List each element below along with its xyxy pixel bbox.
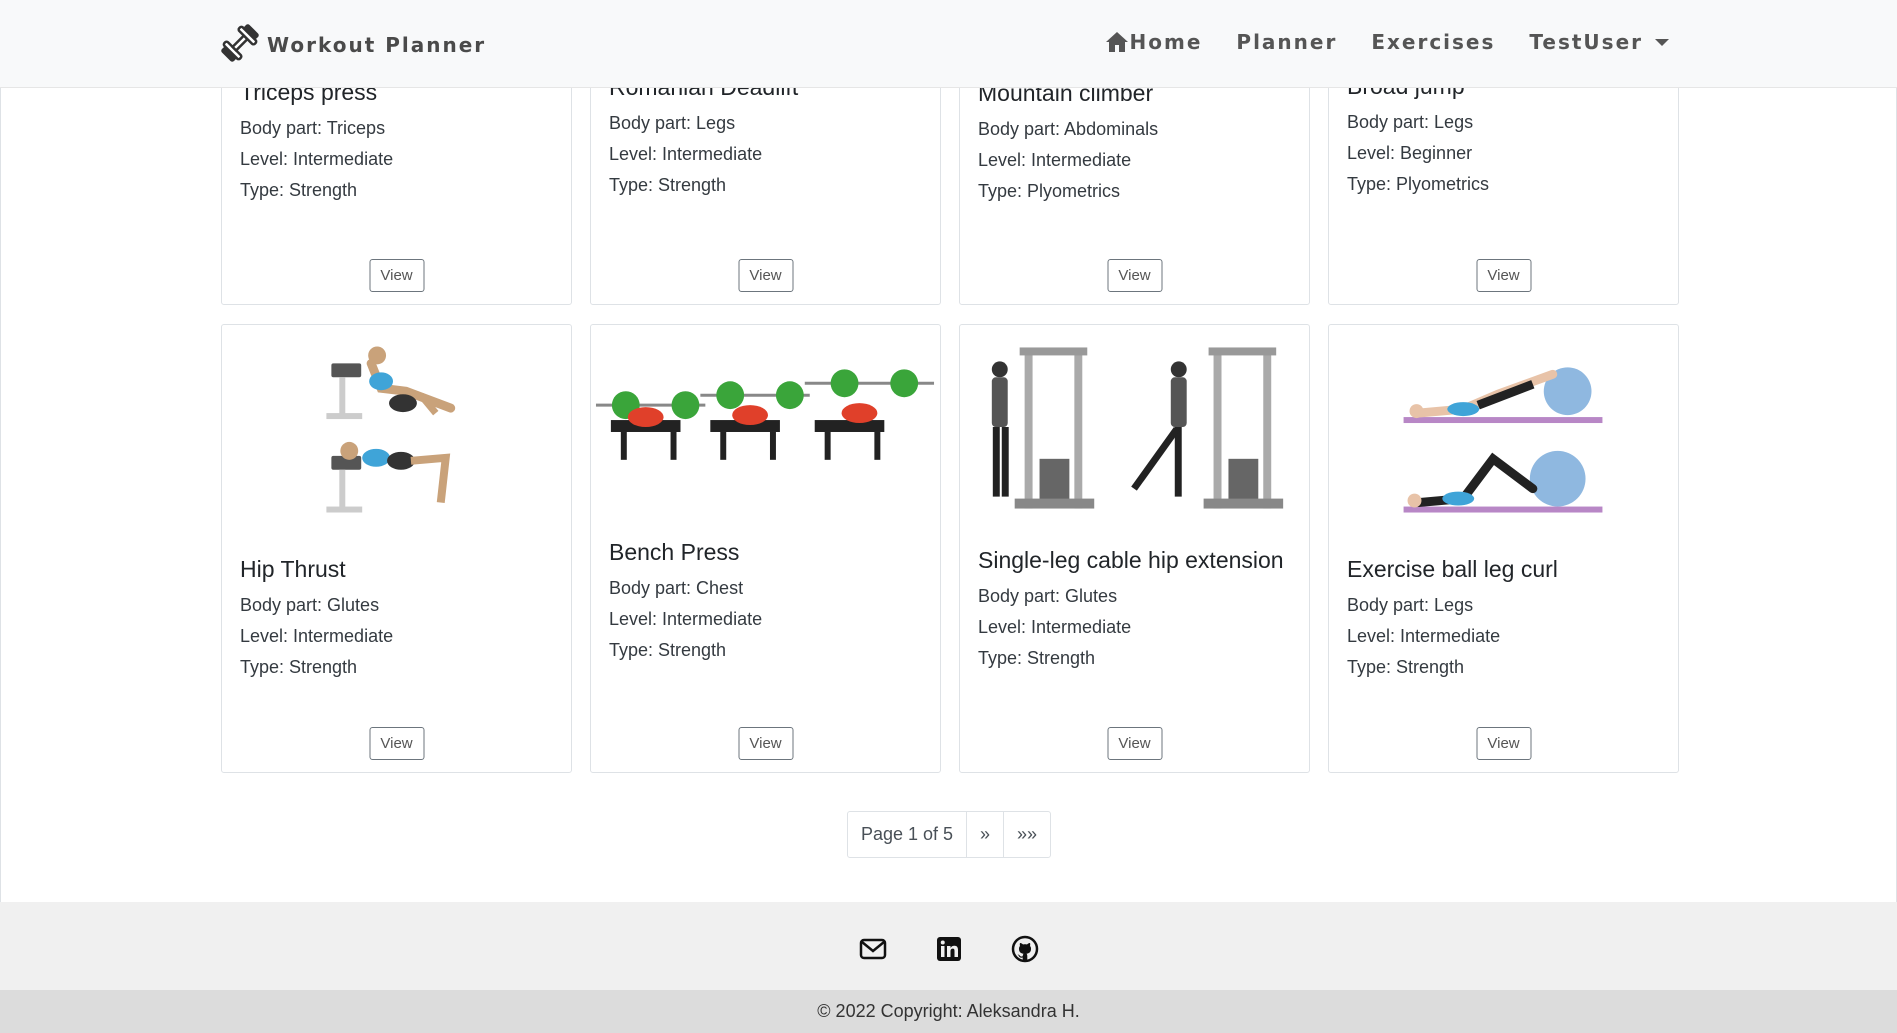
view-button[interactable]: View bbox=[1107, 727, 1162, 760]
card-body-part: Body part: Legs bbox=[1347, 112, 1474, 132]
exercise-card: Mountain climber Body part: Abdominals L… bbox=[959, 78, 1310, 305]
nav-home-label: Home bbox=[1129, 30, 1203, 54]
card-body-part: Body part: Legs bbox=[609, 113, 736, 133]
card-body-part: Body part: Legs bbox=[1347, 595, 1474, 615]
user-name: TestUser bbox=[1529, 30, 1643, 54]
view-button[interactable]: View bbox=[738, 259, 793, 292]
card-level: Level: Intermediate bbox=[978, 150, 1132, 170]
view-button[interactable]: View bbox=[1476, 727, 1531, 760]
envelope-icon[interactable] bbox=[858, 934, 888, 964]
card-level: Level: Intermediate bbox=[609, 609, 763, 629]
user-dropdown[interactable]: TestUser bbox=[1529, 30, 1669, 54]
exercise-card: Single-leg cable hip extension Body part… bbox=[959, 324, 1310, 773]
exercise-image bbox=[1403, 367, 1603, 513]
footer-links bbox=[0, 902, 1897, 990]
nav-exercises[interactable]: Exercises bbox=[1371, 30, 1495, 54]
view-button[interactable]: View bbox=[1476, 259, 1531, 292]
nav-home[interactable]: Home bbox=[1105, 30, 1203, 54]
exercise-image bbox=[326, 346, 456, 513]
card-level: Level: Beginner bbox=[1347, 143, 1473, 163]
next-page-button[interactable]: » bbox=[967, 812, 1004, 857]
card-type: Type: Strength bbox=[240, 180, 358, 200]
card-title: Hip Thrust bbox=[240, 556, 346, 582]
card-body-part: Body part: Abdominals bbox=[978, 119, 1159, 139]
card-level: Level: Intermediate bbox=[609, 144, 763, 164]
card-level: Level: Intermediate bbox=[240, 626, 394, 646]
view-button[interactable]: View bbox=[369, 259, 424, 292]
nav-planner[interactable]: Planner bbox=[1236, 30, 1337, 54]
brand-text: Workout Planner bbox=[267, 33, 487, 57]
navbar: Workout Planner Home Planner Exercises T… bbox=[0, 0, 1897, 88]
pagination: Page 1 of 5 » »» bbox=[847, 811, 1051, 858]
home-icon bbox=[1105, 32, 1128, 52]
exercise-card: Romanian Deadlift Body part: Legs Level:… bbox=[590, 74, 941, 305]
view-button[interactable]: View bbox=[369, 727, 424, 760]
exercise-image bbox=[595, 369, 935, 460]
brand-link[interactable]: Workout Planner bbox=[219, 22, 486, 64]
exercise-card: Hip Thrust Body part: Glutes Level: Inte… bbox=[221, 324, 572, 773]
exercise-card: Triceps press Body part: Triceps Level: … bbox=[221, 78, 572, 305]
card-title: Bench Press bbox=[609, 539, 740, 565]
dumbbell-icon bbox=[221, 24, 259, 62]
card-type: Type: Strength bbox=[609, 640, 727, 660]
card-level: Level: Intermediate bbox=[240, 149, 394, 169]
card-level: Level: Intermediate bbox=[1347, 626, 1501, 646]
linkedin-icon[interactable] bbox=[934, 934, 964, 964]
card-body-part: Body part: Chest bbox=[609, 578, 744, 598]
card-body-part: Body part: Glutes bbox=[978, 586, 1118, 606]
card-type: Type: Plyometrics bbox=[1347, 174, 1490, 194]
view-button[interactable]: View bbox=[738, 727, 793, 760]
card-title: Single-leg cable hip extension bbox=[978, 547, 1284, 573]
exercise-card: Broad jump Body part: Legs Level: Beginn… bbox=[1328, 73, 1679, 305]
card-body-part: Body part: Glutes bbox=[240, 595, 380, 615]
exercise-image bbox=[991, 347, 1284, 509]
card-type: Type: Strength bbox=[240, 657, 358, 677]
card-body-part: Body part: Triceps bbox=[240, 118, 386, 138]
card-type: Type: Strength bbox=[1347, 657, 1465, 677]
card-level: Level: Intermediate bbox=[978, 617, 1132, 637]
caret-down-icon bbox=[1655, 38, 1669, 46]
exercise-list: Triceps press Body part: Triceps Level: … bbox=[0, 73, 1897, 902]
page-indicator: Page 1 of 5 bbox=[848, 812, 967, 857]
card-title: Exercise ball leg curl bbox=[1347, 556, 1558, 582]
card-type: Type: Strength bbox=[609, 175, 727, 195]
copyright: © 2022 Copyright: Aleksandra H. bbox=[0, 990, 1897, 1033]
last-page-button[interactable]: »» bbox=[1004, 812, 1050, 857]
exercise-card: Exercise ball leg curl Body part: Legs L… bbox=[1328, 324, 1679, 773]
card-type: Type: Strength bbox=[978, 648, 1096, 668]
nav-links: Home Planner Exercises TestUser bbox=[1105, 30, 1669, 54]
view-button[interactable]: View bbox=[1107, 259, 1162, 292]
card-type: Type: Plyometrics bbox=[978, 181, 1121, 201]
github-icon[interactable] bbox=[1010, 934, 1040, 964]
exercise-card: Bench Press Body part: Chest Level: Inte… bbox=[590, 324, 941, 773]
